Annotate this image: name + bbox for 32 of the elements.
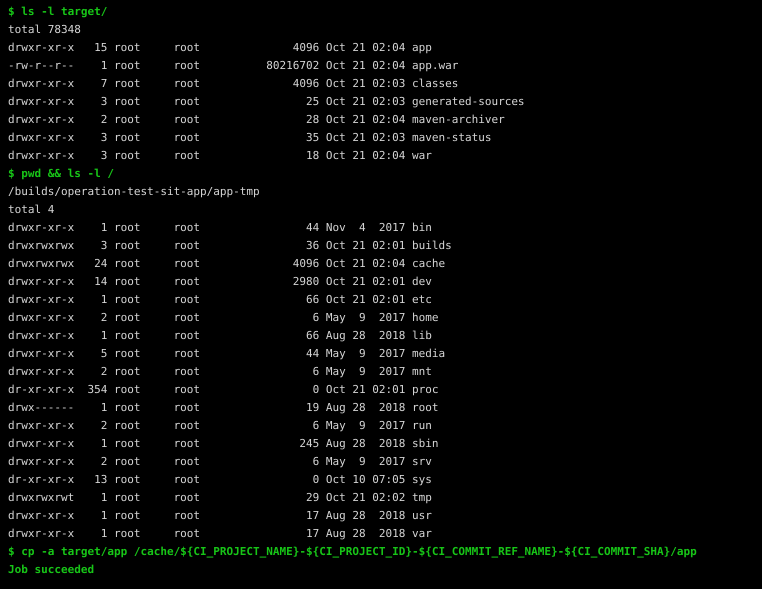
- output-line: drwxrwxrwx 24 root root 4096 Oct 21 02:04 cache: [8, 256, 446, 272]
- output-line: drwxr-xr-x 1 root root 17 Aug 28 2018 usr: [8, 508, 432, 524]
- output-line: drwxr-xr-x 2 root root 6 May 9 2017 run: [8, 418, 432, 434]
- output-line: drwxr-xr-x 7 root root 4096 Oct 21 02:03 classes: [8, 76, 458, 92]
- output-line: total 4: [8, 202, 54, 218]
- output-line: drwxr-xr-x 3 root root 25 Oct 21 02:03 generated-sources: [8, 94, 525, 110]
- status-line: Job succeeded: [8, 562, 94, 578]
- command-line: $ cp -a target/app /cache/${CI_PROJECT_NAME}-${CI_PROJECT_ID}-${CI_COMMIT_REF_NAME}-${CI_COMMIT_SHA}/app: [8, 544, 697, 560]
- command-line: $ pwd && ls -l /: [8, 166, 114, 182]
- output-line: dr-xr-xr-x 354 root root 0 Oct 21 02:01 proc: [8, 382, 438, 398]
- output-line: drwxr-xr-x 14 root root 2980 Oct 21 02:01 dev: [8, 274, 432, 290]
- output-line: total 78348: [8, 22, 81, 38]
- output-line: -rw-r--r-- 1 root root 80216702 Oct 21 02:04 app.war: [8, 58, 458, 74]
- output-line: drwxr-xr-x 2 root root 6 May 9 2017 mnt: [8, 364, 432, 380]
- output-line: drwxr-xr-x 5 root root 44 May 9 2017 media: [8, 346, 446, 362]
- output-line: drwxr-xr-x 1 root root 17 Aug 28 2018 var: [8, 526, 432, 542]
- output-line: drwxrwxrwt 1 root root 29 Oct 21 02:02 tmp: [8, 490, 432, 506]
- output-line: drwxr-xr-x 1 root root 44 Nov 4 2017 bin: [8, 220, 432, 236]
- output-line: drwx------ 1 root root 19 Aug 28 2018 root: [8, 400, 438, 416]
- output-line: /builds/operation-test-sit-app/app-tmp: [8, 184, 260, 200]
- output-line: drwxr-xr-x 2 root root 28 Oct 21 02:04 maven-archiver: [8, 112, 505, 128]
- output-line: drwxr-xr-x 15 root root 4096 Oct 21 02:04 app: [8, 40, 432, 56]
- output-line: drwxr-xr-x 3 root root 35 Oct 21 02:03 maven-status: [8, 130, 492, 146]
- output-line: drwxr-xr-x 2 root root 6 May 9 2017 home: [8, 310, 438, 326]
- output-line: drwxr-xr-x 1 root root 66 Oct 21 02:01 etc: [8, 292, 432, 308]
- output-line: drwxr-xr-x 3 root root 18 Oct 21 02:04 war: [8, 148, 432, 164]
- output-line: dr-xr-xr-x 13 root root 0 Oct 10 07:05 sys: [8, 472, 432, 488]
- output-line: drwxr-xr-x 1 root root 245 Aug 28 2018 sbin: [8, 436, 438, 452]
- output-line: drwxrwxrwx 3 root root 36 Oct 21 02:01 builds: [8, 238, 452, 254]
- output-line: drwxr-xr-x 1 root root 66 Aug 28 2018 lib: [8, 328, 432, 344]
- output-line: drwxr-xr-x 2 root root 6 May 9 2017 srv: [8, 454, 432, 470]
- command-line: $ ls -l target/: [8, 4, 108, 20]
